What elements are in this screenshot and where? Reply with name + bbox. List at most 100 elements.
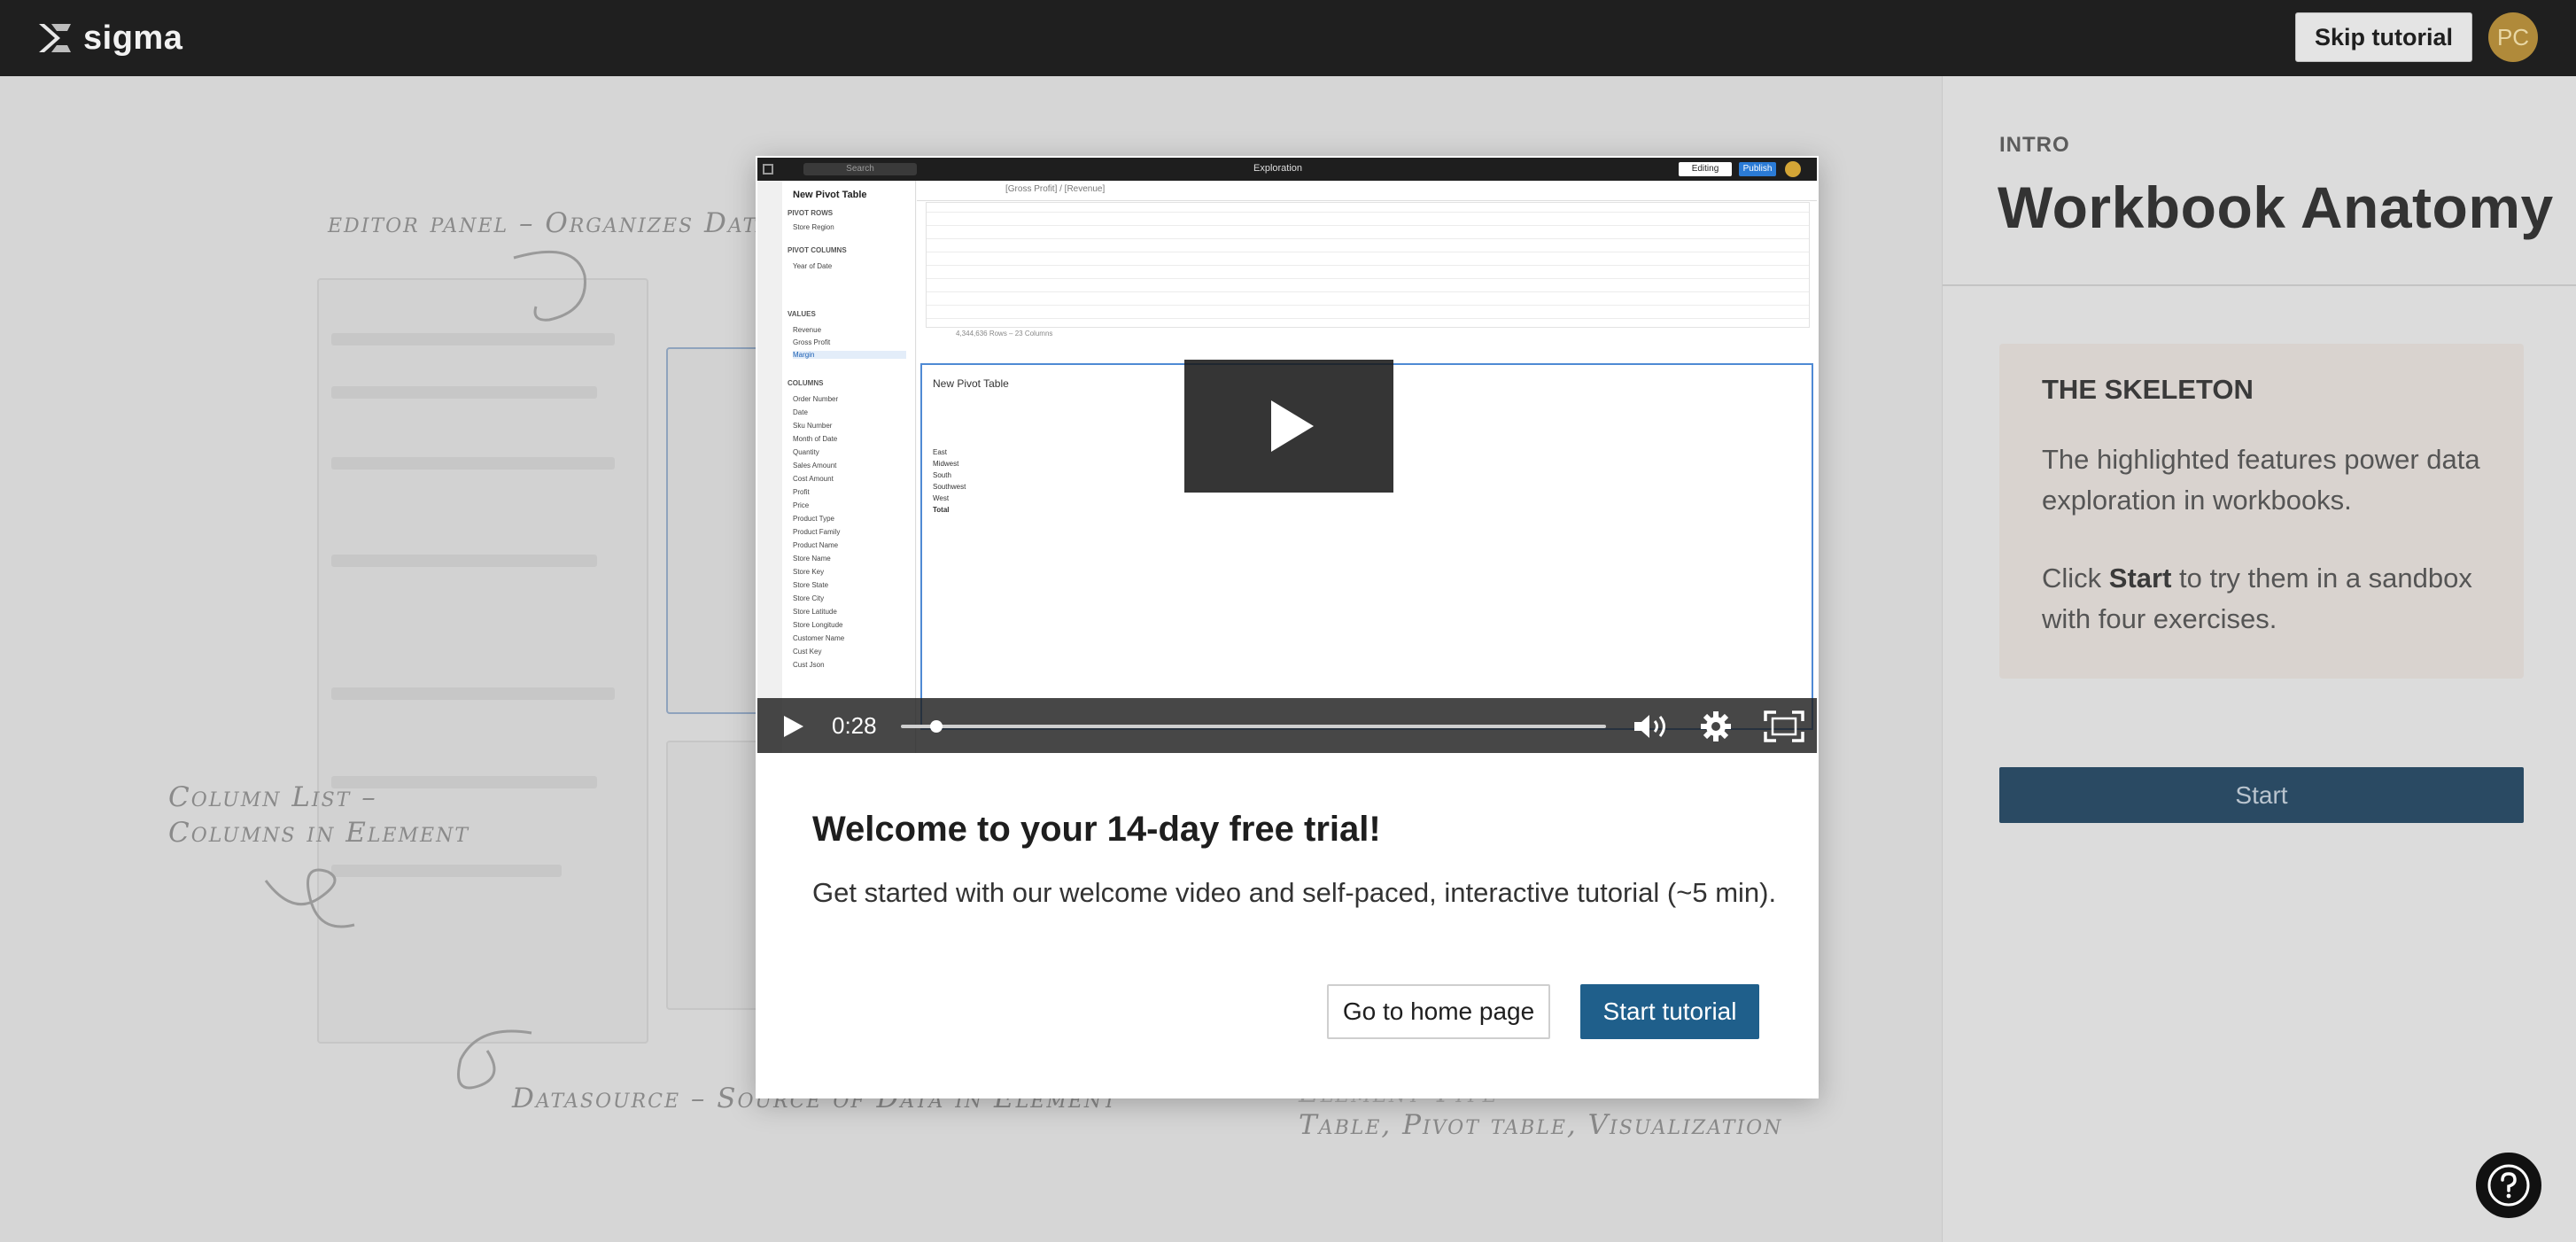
- frame-table-row: [927, 291, 1809, 292]
- frame-table-row: [927, 212, 1809, 213]
- sigma-logo[interactable]: sigma: [35, 16, 182, 60]
- bg-row: [331, 555, 597, 567]
- frame-pivot-row-item: Store Region: [793, 223, 834, 231]
- frame-column-item: Cust Json: [793, 661, 825, 669]
- doodle-arrow-icon: [513, 250, 586, 322]
- frame-column-item: Store Key: [793, 568, 825, 576]
- frame-table-row: [927, 305, 1809, 306]
- skeleton-card: THE SKELETON The highlighted features po…: [1999, 344, 2524, 679]
- go-to-home-page-button[interactable]: Go to home page: [1327, 984, 1550, 1039]
- video-frame-toolbar: Search Exploration Editing Publish: [757, 158, 1817, 181]
- instr-pre: Click: [2042, 563, 2109, 594]
- top-bar: sigma Skip tutorial PC: [0, 0, 2576, 76]
- frame-column-item: Profit: [793, 488, 810, 496]
- frame-pivot-region: South: [933, 471, 951, 479]
- frame-section-columns: COLUMNS: [788, 379, 824, 387]
- frame-table-row: [927, 265, 1809, 266]
- frame-table-top: [926, 202, 1810, 328]
- frame-column-item: Product Type: [793, 515, 834, 523]
- frame-pivot-region: West: [933, 494, 950, 502]
- volume-icon[interactable]: [1633, 712, 1670, 741]
- frame-pivot-title: New Pivot Table: [933, 377, 1009, 390]
- bg-row: [331, 457, 615, 470]
- video-play-overlay[interactable]: [1184, 360, 1393, 493]
- frame-publish-badge: Publish: [1739, 162, 1776, 176]
- bg-row: [331, 386, 597, 399]
- frame-column-item: Store Longitude: [793, 621, 843, 629]
- logo-text: sigma: [83, 19, 183, 57]
- help-button[interactable]: [2473, 1150, 2544, 1221]
- frame-column-item: Product Name: [793, 541, 839, 549]
- video-controls: 0:28: [757, 698, 1817, 753]
- annotation-element-type-2: Table, Pivot table, Visualization: [1299, 1109, 1783, 1141]
- frame-avatar: [1785, 161, 1801, 177]
- frame-section-pivot-columns: PIVOT COLUMNS: [788, 246, 847, 254]
- annotation-column-list-1: Column List –: [168, 781, 377, 813]
- modal-subtext: Get started with our welcome video and s…: [812, 877, 1777, 908]
- annotation-column-list-2: Columns in Element: [168, 817, 470, 849]
- settings-gear-icon[interactable]: [1700, 710, 1732, 742]
- frame-table-row: [927, 225, 1809, 226]
- video-time: 0:28: [832, 712, 877, 739]
- bg-element-card-2: [666, 741, 767, 1010]
- question-mark-icon: [2487, 1164, 2530, 1207]
- frame-column-item: Month of Date: [793, 435, 838, 443]
- skip-tutorial-button[interactable]: Skip tutorial: [2295, 12, 2472, 62]
- play-control-icon[interactable]: [782, 714, 805, 739]
- frame-left-nav: [757, 181, 783, 753]
- frame-pivot-region: Southwest: [933, 483, 966, 491]
- bg-row: [331, 865, 562, 877]
- frame-search: Search: [803, 163, 917, 175]
- frame-value-item: Revenue: [793, 326, 822, 334]
- skeleton-instructions: Click Start to try them in a sandbox wit…: [2042, 558, 2494, 640]
- skeleton-title: THE SKELETON: [2042, 374, 2254, 405]
- user-avatar[interactable]: PC: [2488, 12, 2538, 62]
- welcome-video[interactable]: Search Exploration Editing Publish New P…: [757, 158, 1817, 753]
- bg-row: [331, 687, 615, 700]
- panel-divider: [1943, 284, 2576, 286]
- video-progress-thumb[interactable]: [929, 720, 943, 733]
- frame-pivot-region: Midwest: [933, 460, 959, 468]
- instr-bold: Start: [2108, 563, 2172, 594]
- frame-grid-icon: [763, 164, 773, 175]
- frame-column-item: Quantity: [793, 448, 819, 456]
- frame-pivot-region: East: [933, 448, 948, 456]
- frame-column-item: Store Name: [793, 555, 831, 563]
- frame-section-values: VALUES: [788, 310, 816, 318]
- frame-pivot-column-item: Year of Date: [793, 262, 833, 270]
- frame-table-row: [927, 278, 1809, 279]
- frame-table-row: [927, 318, 1809, 319]
- annotation-editor-panel: editor panel – Organizes Data: [328, 207, 772, 239]
- video-progress-track[interactable]: [901, 725, 1606, 728]
- frame-formula: [Gross Profit] / [Revenue]: [1005, 184, 1106, 194]
- start-tutorial-button[interactable]: Start tutorial: [1580, 984, 1759, 1039]
- bg-element-card: [666, 347, 767, 714]
- intro-label: INTRO: [1999, 133, 2070, 157]
- frame-column-item: Customer Name: [793, 634, 845, 642]
- fullscreen-icon[interactable]: [1764, 710, 1804, 742]
- frame-column-item: Sales Amount: [793, 462, 837, 470]
- frame-editing-badge: Editing: [1679, 162, 1732, 176]
- doodle-loop-icon: [264, 868, 355, 928]
- frame-column-item: Product Family: [793, 528, 841, 536]
- frame-column-item: Store Latitude: [793, 608, 837, 616]
- sigma-logo-icon: [39, 24, 71, 52]
- frame-column-item: Cust Key: [793, 648, 822, 656]
- panel-start-button[interactable]: Start: [1999, 767, 2524, 823]
- frame-element-title: New Pivot Table: [793, 190, 867, 200]
- frame-value-item: Gross Profit: [793, 338, 831, 346]
- modal-heading: Welcome to your 14-day free trial!: [812, 810, 1381, 849]
- frame-title: Exploration: [1253, 163, 1303, 174]
- frame-column-item: Cost Amount: [793, 475, 834, 483]
- frame-column-item: Price: [793, 501, 810, 509]
- frame-column-item: Store City: [793, 594, 825, 602]
- frame-editor-panel: New Pivot Table PIVOT ROWS Store Region …: [782, 181, 916, 753]
- frame-value-item: Margin: [793, 351, 906, 359]
- frame-pivot-region: Total: [933, 506, 950, 514]
- frame-column-item: Date: [793, 408, 808, 416]
- frame-section-pivot-rows: PIVOT ROWS: [788, 209, 834, 217]
- bg-editor-panel: [317, 278, 648, 1044]
- play-icon: [1271, 400, 1314, 452]
- frame-table-row: [927, 238, 1809, 239]
- skeleton-text: The highlighted features power data expl…: [2042, 444, 2480, 516]
